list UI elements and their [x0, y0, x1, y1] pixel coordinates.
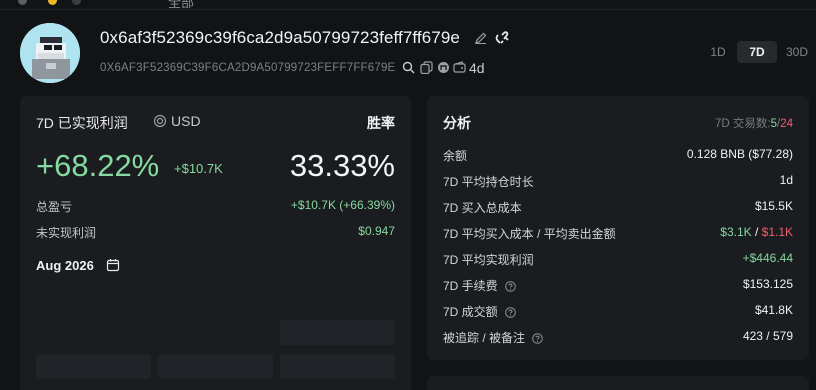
fees-value: $153.125 — [742, 277, 793, 291]
link-icon[interactable] — [495, 31, 511, 45]
trade-count: 7D 交易数:5/24 — [715, 115, 793, 131]
avg-hold-value: 1d — [779, 173, 793, 187]
loading-skeleton — [36, 354, 151, 379]
help-icon[interactable] — [505, 307, 516, 318]
calendar-month[interactable]: Aug 2026 — [36, 258, 94, 273]
tracked-label: 被追踪 / 被备注 — [443, 329, 544, 346]
time-range-tabs: 1D 7D 30D — [700, 41, 812, 63]
analysis-title: 分析 — [443, 115, 471, 131]
search-icon[interactable] — [402, 61, 415, 74]
avg-buy-sell-value: $3.1K / $1.1K — [720, 225, 793, 239]
tracked-label-text: 被追踪 / 被备注 — [443, 331, 526, 345]
avg-realized-value: +$446.44 — [742, 251, 793, 265]
wallet-age: 4d — [469, 60, 485, 76]
trade-count-total: 24 — [780, 118, 793, 130]
next-card — [427, 376, 809, 390]
avatar — [20, 23, 80, 83]
pnl-percent: +68.22% — [36, 148, 160, 183]
tab-1d[interactable]: 1D — [700, 41, 736, 63]
star-icon[interactable] — [48, 0, 57, 5]
avg-buy-sell-label: 7D 平均买入成本 / 平均卖出金额 — [443, 227, 616, 241]
balance-value: 0.128 BNB ($77.28) — [686, 147, 793, 161]
pnl-amount: +$10.7K — [174, 161, 223, 176]
tab-30d[interactable]: 30D — [780, 41, 814, 63]
unrealized-pnl-value: $0.947 — [358, 224, 395, 238]
top-toolbar-strip: 全部 — [0, 0, 816, 10]
total-pnl-label: 总盈亏 — [36, 200, 73, 214]
wallet-address[interactable]: 0x6af3f52369c39f6ca2d9a50799723feff7ff67… — [100, 28, 460, 48]
fees-label: 7D 手续费 — [443, 277, 516, 294]
pnl-card: 7D 已实现利润 USD 胜率 +68.22% +$10.7K 33.33% 总… — [20, 96, 411, 390]
buy-cost-label: 7D 买入总成本 — [443, 201, 522, 215]
avg-hold-label: 7D 平均持仓时长 — [443, 175, 534, 189]
tracked-value: 423 / 579 — [742, 329, 793, 343]
balance-label: 余额 — [443, 149, 468, 163]
loading-skeleton — [280, 354, 395, 379]
volume-label: 7D 成交额 — [443, 303, 516, 320]
pnl-title: 7D 已实现利润 — [36, 115, 128, 131]
currency-label[interactable]: USD — [171, 113, 201, 129]
filter-all-label[interactable]: 全部 — [168, 0, 194, 9]
wallet-icon[interactable] — [453, 61, 466, 74]
wallet-header: 0x6af3f52369c39f6ca2d9a50799723feff7ff67… — [0, 10, 816, 96]
trade-count-label: 7D 交易数: — [715, 118, 771, 130]
volume-value: $41.8K — [754, 303, 793, 317]
help-icon[interactable] — [532, 333, 544, 344]
avg-buy-value: $3.1K — [720, 225, 752, 239]
tab-7d[interactable]: 7D — [737, 41, 777, 63]
loading-skeleton — [158, 354, 273, 379]
filter-icon[interactable] — [72, 0, 81, 5]
loading-skeleton — [280, 320, 395, 345]
unrealized-pnl-label: 未实现利润 — [36, 226, 97, 240]
calendar-icon[interactable] — [106, 258, 120, 272]
avg-sell-value: $1.1K — [761, 225, 793, 239]
copy-icon[interactable] — [420, 61, 433, 74]
help-icon[interactable] — [505, 281, 516, 292]
avg-buy-sell-sep: / — [751, 225, 762, 239]
winrate-label: 胜率 — [367, 115, 395, 131]
volume-label-text: 7D 成交额 — [443, 305, 498, 319]
winrate-value: 33.33% — [289, 148, 395, 183]
explorer-icon[interactable] — [437, 61, 450, 74]
currency-toggle-icon[interactable] — [153, 114, 167, 128]
total-pnl-value: +$10.7K (+66.39%) — [290, 198, 395, 212]
analysis-card: 分析 7D 交易数:5/24 余额 0.128 BNB ($77.28) 7D … — [427, 96, 809, 360]
fees-label-text: 7D 手续费 — [443, 279, 498, 293]
wallet-address-upper: 0X6AF3F52369C39F6CA2D9A50799723FEFF7FF67… — [100, 62, 396, 74]
edit-icon[interactable] — [474, 31, 488, 45]
settings-icon[interactable] — [18, 0, 27, 5]
pixel-avatar-icon — [20, 23, 80, 83]
avg-realized-label: 7D 平均实现利润 — [443, 253, 534, 267]
buy-cost-value: $15.5K — [754, 199, 793, 213]
